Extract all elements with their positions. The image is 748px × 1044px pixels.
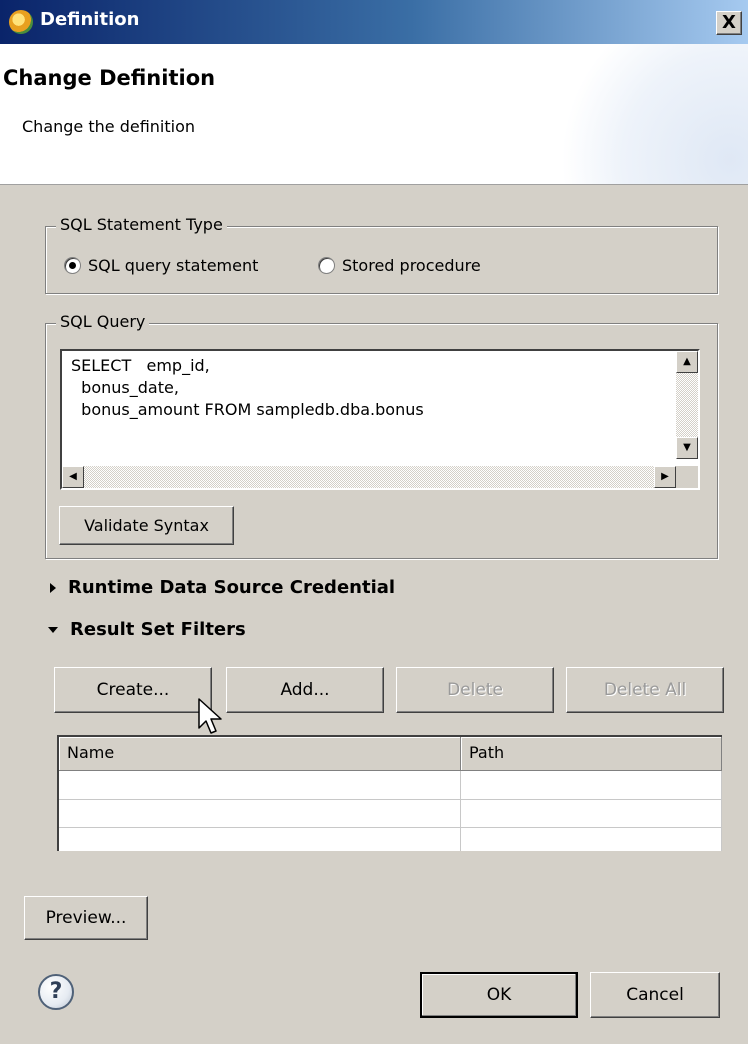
banner-graphic bbox=[548, 44, 748, 184]
title-bar[interactable]: Definition X bbox=[0, 0, 748, 44]
help-icon[interactable]: ? bbox=[38, 974, 74, 1010]
table-cell-path bbox=[461, 799, 722, 827]
add-filter-button[interactable]: Add... bbox=[226, 667, 384, 713]
create-filter-button[interactable]: Create... bbox=[54, 667, 212, 713]
scroll-up-icon[interactable]: ▲ bbox=[676, 351, 698, 373]
validate-syntax-button[interactable]: Validate Syntax bbox=[59, 506, 234, 545]
table-cell-name bbox=[59, 827, 461, 851]
radio-stored-procedure[interactable]: Stored procedure bbox=[318, 256, 481, 275]
table-row[interactable] bbox=[59, 771, 722, 800]
delete-all-filters-button[interactable]: Delete All bbox=[566, 667, 724, 713]
column-header-path[interactable]: Path bbox=[461, 737, 722, 771]
page-description: Change the definition bbox=[22, 117, 195, 136]
filters-section-toggle[interactable]: Result Set Filters bbox=[48, 619, 246, 640]
table-cell-path bbox=[461, 827, 722, 851]
scroll-down-icon[interactable]: ▼ bbox=[676, 437, 698, 459]
table-row[interactable] bbox=[59, 799, 722, 828]
expanded-arrow-icon bbox=[48, 626, 58, 633]
page-title: Change Definition bbox=[3, 66, 216, 90]
window-title: Definition bbox=[40, 9, 140, 30]
radio-sql-query-label: SQL query statement bbox=[88, 256, 259, 275]
table-row[interactable] bbox=[59, 827, 722, 851]
header-banner: Change Definition Change the definition bbox=[0, 44, 748, 185]
radio-stored-procedure-label: Stored procedure bbox=[342, 256, 481, 275]
preview-button[interactable]: Preview... bbox=[24, 896, 148, 940]
horizontal-scrollbar[interactable]: ◀ ▶ bbox=[62, 466, 676, 488]
cancel-button[interactable]: Cancel bbox=[590, 972, 720, 1018]
vertical-scrollbar[interactable]: ▲ ▼ bbox=[676, 351, 698, 459]
delete-filter-button[interactable]: Delete bbox=[396, 667, 554, 713]
ok-button[interactable]: OK bbox=[420, 972, 578, 1018]
table-header: Name Path bbox=[59, 737, 722, 771]
column-header-name[interactable]: Name bbox=[59, 737, 461, 771]
definition-dialog: Definition X Change Definition Change th… bbox=[0, 0, 748, 1044]
radio-unselected-icon[interactable] bbox=[318, 257, 335, 274]
mouse-cursor-icon bbox=[198, 698, 222, 734]
collapsed-arrow-icon bbox=[50, 582, 56, 593]
table-cell-path bbox=[461, 771, 722, 799]
filters-section-label: Result Set Filters bbox=[70, 619, 246, 640]
radio-sql-query[interactable]: SQL query statement bbox=[64, 256, 258, 275]
close-button[interactable]: X bbox=[716, 11, 742, 35]
scroll-corner bbox=[676, 466, 698, 488]
app-icon bbox=[9, 10, 33, 34]
credential-section-toggle[interactable]: Runtime Data Source Credential bbox=[50, 577, 395, 598]
table-cell-name bbox=[59, 799, 461, 827]
credential-section-label: Runtime Data Source Credential bbox=[68, 577, 396, 598]
statement-type-group: SQL Statement Type SQL query statement S… bbox=[45, 215, 718, 294]
scroll-right-icon[interactable]: ▶ bbox=[654, 466, 676, 488]
scroll-left-icon[interactable]: ◀ bbox=[62, 466, 84, 488]
sql-query-text[interactable]: SELECT emp_id, bonus_date, bonus_amount … bbox=[71, 355, 424, 421]
radio-selected-icon[interactable] bbox=[64, 257, 81, 274]
table-cell-name bbox=[59, 771, 461, 799]
sql-query-label: SQL Query bbox=[56, 312, 150, 331]
statement-type-label: SQL Statement Type bbox=[56, 215, 227, 234]
filters-table[interactable]: Name Path bbox=[57, 735, 722, 851]
sql-query-textarea[interactable]: SELECT emp_id, bonus_date, bonus_amount … bbox=[60, 349, 700, 490]
